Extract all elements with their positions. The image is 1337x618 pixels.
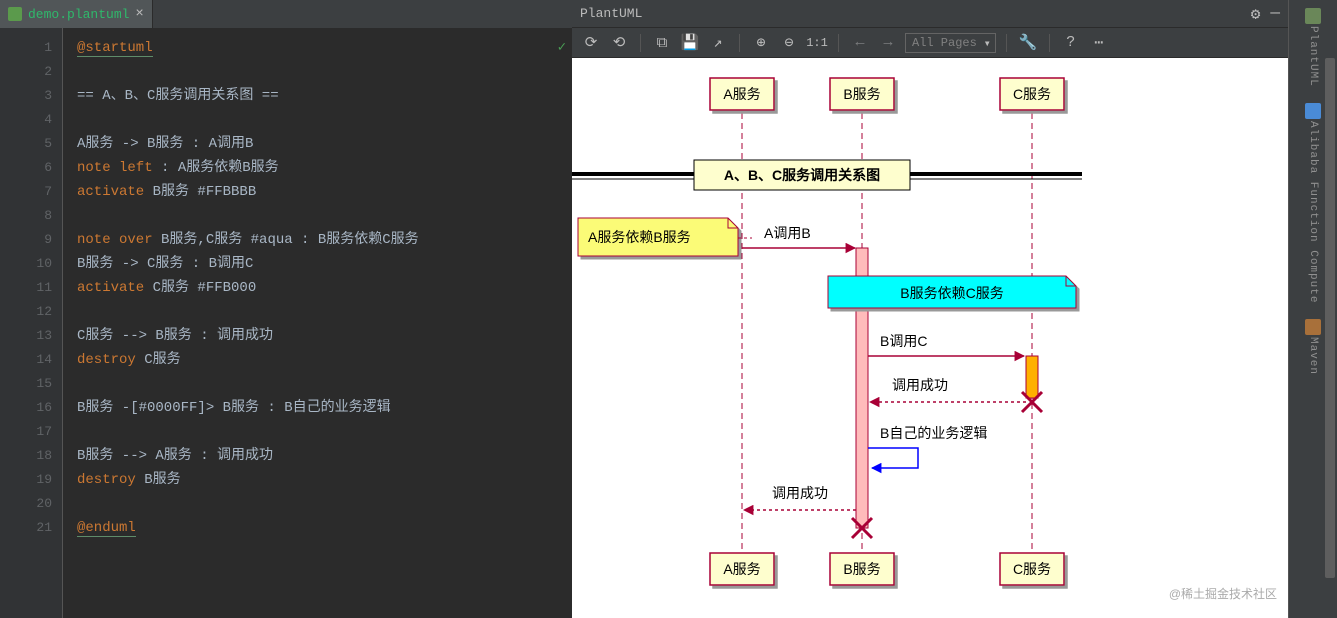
actor-a-bot: A服务 [723, 561, 760, 577]
minimize-icon[interactable]: — [1270, 4, 1280, 24]
inspection-ok-icon: ✓ [558, 36, 566, 60]
preview-toolbar: ⟳ ⟲ ⧉ 💾 ↗ ⊕ ⊖ 1:1 ← → All Pages 🔧 ? ⋯ [572, 28, 1288, 58]
msg-c-reply: 调用成功 [892, 377, 948, 393]
preview-pane: PlantUML ⚙ — ⟳ ⟲ ⧉ 💾 ↗ ⊕ ⊖ 1:1 ← → All P… [572, 0, 1288, 618]
scrollbar-thumb[interactable] [1325, 58, 1335, 578]
msg-self: B自己的业务逻辑 [880, 425, 987, 441]
code-text[interactable]: ✓ @startuml== A、B、C服务调用关系图 ==A服务 -> B服务 … [62, 28, 572, 618]
refresh-icon[interactable]: ⟳ [580, 32, 602, 54]
watermark: @稀土掘金技术社区 [1169, 585, 1277, 602]
more-icon[interactable]: ⋯ [1088, 32, 1110, 54]
preview-title: PlantUML [580, 6, 642, 21]
tab-filename: demo.plantuml [28, 7, 129, 22]
save-icon[interactable]: 💾 [679, 32, 701, 54]
editor-area[interactable]: 123456789101112131415161718192021 ✓ @sta… [0, 28, 572, 618]
note-over: B服务依赖C服务 [900, 285, 1003, 301]
help-icon[interactable]: ? [1060, 32, 1082, 54]
preview-header: PlantUML ⚙ — [572, 0, 1288, 28]
maven-icon [1305, 319, 1321, 335]
next-page-icon[interactable]: → [877, 32, 899, 54]
diagram-canvas: A服务 B服务 C服务 A服务 B服务 C服务 [572, 58, 1288, 618]
fc-icon [1305, 103, 1321, 119]
diagram-title: A、B、C服务调用关系图 [724, 167, 880, 183]
zoom-1to1-icon[interactable]: 1:1 [806, 32, 828, 54]
actor-b-top: B服务 [843, 86, 880, 102]
editor-pane: demo.plantuml × 123456789101112131415161… [0, 0, 572, 618]
file-icon [8, 7, 22, 21]
wrench-icon[interactable]: 🔧 [1017, 32, 1039, 54]
editor-tab[interactable]: demo.plantuml × [0, 0, 153, 28]
actor-c-top: C服务 [1013, 86, 1051, 102]
zoom-out-icon[interactable]: ⊖ [778, 32, 800, 54]
copy-icon[interactable]: ⧉ [651, 32, 673, 54]
note-left: A服务依赖B服务 [588, 229, 691, 245]
zoom-in-icon[interactable]: ⊕ [750, 32, 772, 54]
actor-b-bot: B服务 [843, 561, 880, 577]
export-icon[interactable]: ↗ [707, 32, 729, 54]
gear-icon[interactable]: ⚙ [1251, 4, 1261, 24]
actor-a-top: A服务 [723, 86, 760, 102]
actor-c-bot: C服务 [1013, 561, 1051, 577]
pages-combo[interactable]: All Pages [905, 33, 996, 53]
scrollbar-track [1325, 58, 1335, 606]
msg-b-reply: 调用成功 [772, 485, 828, 501]
plantuml-icon [1305, 8, 1321, 24]
msg-b-to-c: B调用C [880, 333, 927, 349]
gutter: 123456789101112131415161718192021 [0, 28, 62, 618]
editor-tabbar: demo.plantuml × [0, 0, 572, 28]
reload-icon[interactable]: ⟲ [608, 32, 630, 54]
close-icon[interactable]: × [135, 6, 143, 22]
prev-page-icon[interactable]: ← [849, 32, 871, 54]
msg-a-to-b: A调用B [764, 225, 811, 241]
